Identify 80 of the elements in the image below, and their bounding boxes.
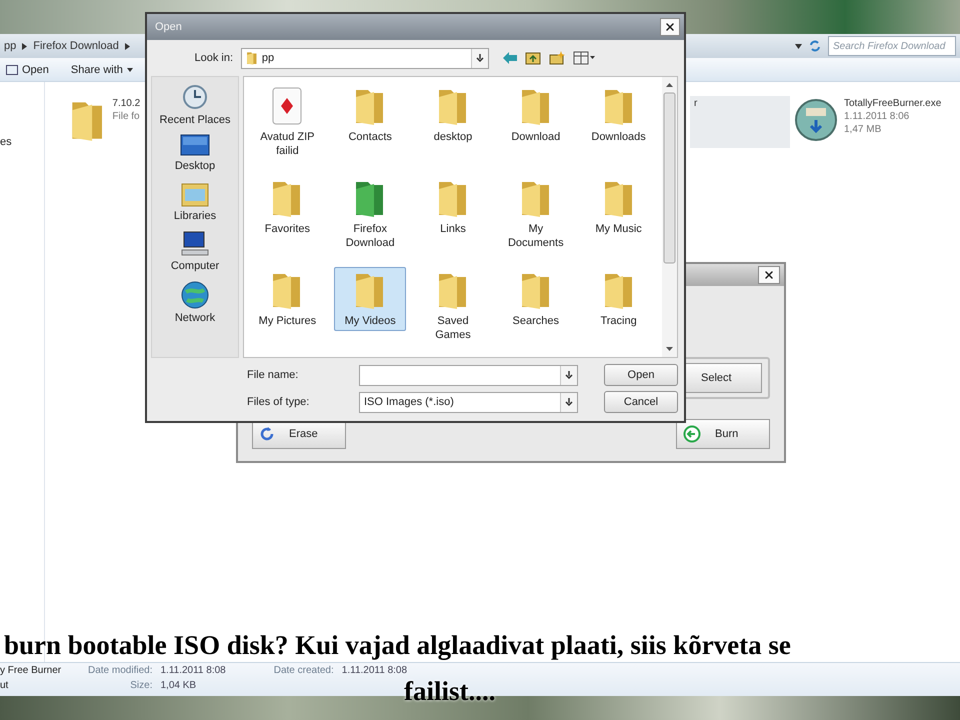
file-item[interactable]: Contacts [334, 83, 406, 147]
file-item[interactable]: My Music [582, 175, 655, 239]
field-label: File name: [246, 369, 300, 381]
file-detail: 1.11.2011 8:06 [844, 111, 910, 122]
file-type-dropdown[interactable]: ISO Images (*.iso) [359, 392, 578, 412]
place-item[interactable]: Computer [170, 229, 220, 273]
open-button[interactable]: Open [604, 364, 678, 386]
folder-icon [246, 51, 258, 65]
file-item[interactable]: Firefox Download [334, 175, 406, 253]
close-icon [763, 269, 775, 281]
detail-value: 1.11.2011 8:08 [160, 665, 226, 678]
folder-up-icon[interactable] [525, 51, 541, 65]
breadcrumb-item[interactable]: pp [4, 40, 16, 52]
place-item[interactable]: Network [174, 279, 216, 325]
scrollbar[interactable] [662, 77, 677, 357]
file-type: ut [0, 680, 10, 693]
burn-button[interactable]: Burn [676, 419, 770, 449]
file-item[interactable]: Download [500, 83, 572, 147]
file-item[interactable]: Saved Games [416, 267, 489, 345]
dropdown-arrow-icon [565, 371, 573, 379]
dropdown-arrow-icon [476, 54, 484, 62]
file-name[interactable]: TotallyFreeBurner.exe [844, 98, 942, 109]
file-item[interactable]: Avatud ZIP failid [251, 83, 324, 161]
file-detail: File fo [112, 111, 140, 122]
file-name[interactable]: 7.10.2 [112, 98, 140, 109]
installer-icon [794, 98, 838, 142]
field-label: Files of type: [246, 396, 310, 408]
file-item[interactable]: My Pictures [251, 267, 324, 331]
file-item[interactable]: desktop [416, 83, 489, 147]
dropdown-arrow-icon[interactable] [795, 44, 802, 48]
place-item[interactable]: Recent Places [158, 83, 232, 127]
close-button[interactable] [758, 266, 780, 284]
refresh-icon[interactable] [808, 39, 822, 53]
close-icon [664, 21, 676, 33]
globe-icon [180, 280, 210, 310]
window-icon [6, 64, 18, 74]
breadcrumb-item[interactable]: Firefox Download [33, 40, 119, 52]
detail-value: 1.11.2011 8:08 [342, 665, 408, 678]
desktop-icon [180, 134, 210, 158]
file-name[interactable]: r [694, 98, 698, 109]
open-button[interactable]: Open [4, 62, 51, 78]
computer-icon [180, 230, 210, 258]
file-item[interactable]: Tracing [582, 267, 655, 331]
place-item[interactable]: Libraries [172, 179, 218, 223]
caret-icon [126, 68, 133, 72]
refresh-icon [259, 426, 275, 442]
detail-label: Date created: [274, 665, 334, 678]
detail-value: 1,04 KB [160, 680, 198, 693]
clock-icon [180, 84, 210, 112]
file-name: y Free Burner [0, 665, 62, 678]
file-tile[interactable]: r [690, 96, 790, 148]
back-arrow-icon[interactable] [503, 52, 517, 64]
view-menu-icon[interactable] [573, 51, 595, 65]
arrow-circle-icon [683, 425, 701, 443]
file-item[interactable]: Downloads [582, 83, 655, 147]
file-item[interactable]: Favorites [251, 175, 324, 239]
dropdown-arrow-icon [565, 398, 573, 406]
chevron-icon [124, 42, 130, 50]
file-size: 1,47 MB [844, 124, 882, 135]
new-folder-icon[interactable] [549, 51, 565, 65]
subtitle-text: burn bootable ISO disk? Kui vajad alglaadivat plaati, siis kõrveta se [4, 630, 791, 661]
share-menu-button[interactable]: Share with [68, 62, 135, 78]
subtitle-text: failist.... [404, 676, 496, 707]
file-name-field[interactable] [359, 364, 578, 386]
dialog-title: Open [155, 21, 182, 33]
nav-item[interactable]: es [0, 136, 44, 148]
file-item[interactable]: Links [416, 175, 489, 239]
file-item[interactable]: Searches [500, 267, 572, 331]
chevron-icon [22, 42, 28, 50]
close-button[interactable] [660, 18, 680, 36]
detail-label: Date modified: [88, 665, 152, 678]
search-field[interactable]: Search Firefox Download [828, 36, 956, 56]
playing-card-icon [270, 86, 304, 126]
look-in-dropdown[interactable]: pp [241, 48, 489, 68]
cancel-button[interactable]: Cancel [604, 391, 678, 413]
detail-label: Size: [129, 680, 152, 693]
place-item[interactable]: Desktop [174, 133, 216, 173]
field-label: Look in: [193, 52, 234, 64]
file-item[interactable]: My Videos [334, 267, 406, 331]
file-item[interactable]: My Documents [500, 175, 572, 253]
